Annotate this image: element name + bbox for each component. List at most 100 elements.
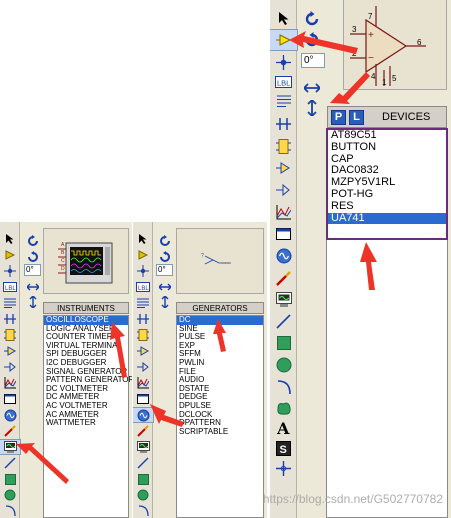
voltage-probe-icon[interactable] <box>0 424 20 438</box>
opamp-pin-3-label: 3 <box>352 25 357 34</box>
opamp-preview: + − 7 3 6 2 4 5 1 <box>343 0 447 90</box>
arc-icon[interactable] <box>270 377 297 397</box>
graph-mode-icon[interactable] <box>270 202 297 222</box>
pick-devices-button[interactable]: P <box>331 109 346 125</box>
list-item-res[interactable]: RES <box>328 200 446 213</box>
buses-icon[interactable] <box>133 312 153 326</box>
terminals-mode-icon[interactable] <box>133 344 153 358</box>
wire-label-icon[interactable]: LBL <box>270 73 297 91</box>
voltage-probe-icon[interactable] <box>270 268 297 288</box>
mirror-y-button[interactable] <box>26 295 40 309</box>
mirror-x-button[interactable] <box>158 280 172 294</box>
circle-icon[interactable] <box>0 488 20 502</box>
buses-icon[interactable] <box>270 114 297 134</box>
component-mode-icon[interactable] <box>0 248 20 262</box>
generator-mode-icon[interactable] <box>0 408 20 422</box>
generators-panel: LBL 0° ? GENERATORS DC SINE PULSE EXP SF… <box>133 222 267 518</box>
junction-dot-icon[interactable] <box>133 264 153 278</box>
text-script-icon[interactable] <box>133 296 153 310</box>
device-pins-icon[interactable] <box>133 360 153 374</box>
symbol-mode-icon[interactable]: S <box>270 438 297 458</box>
selection-mode-icon[interactable] <box>270 8 297 28</box>
virtual-instruments-icon[interactable] <box>270 289 297 309</box>
mirror-x-button[interactable] <box>303 80 321 96</box>
virtual-instruments-icon[interactable] <box>0 439 21 455</box>
rotate-cw-button[interactable] <box>158 234 172 248</box>
junction-dot-icon[interactable] <box>270 52 297 72</box>
terminals-mode-icon[interactable] <box>0 344 20 358</box>
graph-mode-icon[interactable] <box>0 376 20 390</box>
devices-list-blank-area <box>326 240 448 518</box>
svg-text:LBL: LBL <box>277 79 290 88</box>
generator-mode-icon[interactable] <box>270 246 297 266</box>
list-item-wattmeter[interactable]: WATTMETER <box>44 419 128 428</box>
list-item-pot-hg[interactable]: POT-HG <box>328 188 446 201</box>
line-icon[interactable] <box>270 311 297 331</box>
rotate-cw-button[interactable] <box>303 10 321 28</box>
wire-label-icon[interactable]: LBL <box>0 280 20 294</box>
rotate-ccw-button[interactable] <box>158 250 172 264</box>
generator-mode-icon[interactable] <box>133 407 154 423</box>
tape-recorder-icon[interactable] <box>270 224 297 244</box>
subcircuit-icon[interactable] <box>133 328 153 342</box>
tape-recorder-icon[interactable] <box>0 392 20 406</box>
virtual-instruments-icon[interactable] <box>133 440 153 454</box>
svg-text:+: + <box>368 30 374 41</box>
component-mode-icon[interactable] <box>133 248 153 262</box>
selection-mode-icon[interactable] <box>133 232 153 246</box>
generators-header: GENERATORS <box>176 302 264 314</box>
rotation-angle-field[interactable]: 0° <box>301 53 325 68</box>
junction-dot-icon[interactable] <box>0 264 20 278</box>
text-script-icon[interactable] <box>270 92 297 110</box>
wire-label-icon[interactable]: LBL <box>133 280 153 294</box>
scope-channel-d-label: D <box>61 266 65 272</box>
closed-path-icon[interactable] <box>270 398 297 418</box>
marker-mode-icon[interactable] <box>270 458 297 478</box>
svg-text:LBL: LBL <box>5 286 16 292</box>
buses-icon[interactable] <box>0 312 20 326</box>
text-mode-icon[interactable]: A <box>270 418 297 438</box>
subcircuit-icon[interactable] <box>0 328 20 342</box>
box-icon[interactable] <box>0 472 20 486</box>
box-icon[interactable] <box>270 333 297 353</box>
mirror-x-button[interactable] <box>26 280 40 294</box>
rotation-angle-field[interactable]: 0° <box>24 264 41 276</box>
tape-recorder-icon[interactable] <box>133 392 153 406</box>
list-item-ua741[interactable]: UA741 <box>328 212 446 225</box>
device-pins-icon[interactable] <box>0 360 20 374</box>
svg-text:−: − <box>368 53 374 64</box>
generators-list: DC SINE PULSE EXP SFFM PWLIN FILE AUDIO … <box>176 315 264 518</box>
circle-icon[interactable] <box>270 355 297 375</box>
circle-icon[interactable] <box>133 488 153 502</box>
right-toolstrip: LBL A S <box>270 0 298 518</box>
rotation-angle-field[interactable]: 0° <box>156 264 173 276</box>
oscilloscope-preview: A B C D <box>43 228 129 294</box>
component-mode-icon[interactable] <box>270 29 298 51</box>
rotate-ccw-button[interactable] <box>26 250 40 264</box>
rotate-cw-button[interactable] <box>26 234 40 248</box>
arc-icon[interactable] <box>133 504 153 518</box>
arc-icon[interactable] <box>0 504 20 518</box>
watermark-text: https://blog.csdn.net/G502770782 <box>262 492 443 506</box>
device-pins-icon[interactable] <box>270 180 297 200</box>
graph-mode-icon[interactable] <box>133 376 153 390</box>
opamp-pin-4-label: 4 <box>371 72 376 81</box>
voltage-probe-icon[interactable] <box>133 424 153 438</box>
list-item-button[interactable]: BUTTON <box>328 141 446 154</box>
text-script-icon[interactable] <box>0 296 20 310</box>
subcircuit-icon[interactable] <box>270 136 297 156</box>
rotate-ccw-button[interactable] <box>303 31 321 49</box>
mirror-y-button[interactable] <box>304 99 320 117</box>
devices-header: P L DEVICES <box>327 106 447 128</box>
svg-text:S: S <box>280 444 287 456</box>
list-item-scriptable[interactable]: SCRIPTABLE <box>177 427 263 437</box>
opamp-pin-5-label: 5 <box>392 74 397 83</box>
library-manager-button[interactable]: L <box>349 109 364 125</box>
scope-channel-c-label: C <box>61 258 65 264</box>
mirror-y-button[interactable] <box>158 295 172 309</box>
box-icon[interactable] <box>133 472 153 486</box>
terminals-mode-icon[interactable] <box>270 158 297 178</box>
selection-mode-icon[interactable] <box>0 232 20 246</box>
line-icon[interactable] <box>0 456 20 470</box>
line-icon[interactable] <box>133 456 153 470</box>
